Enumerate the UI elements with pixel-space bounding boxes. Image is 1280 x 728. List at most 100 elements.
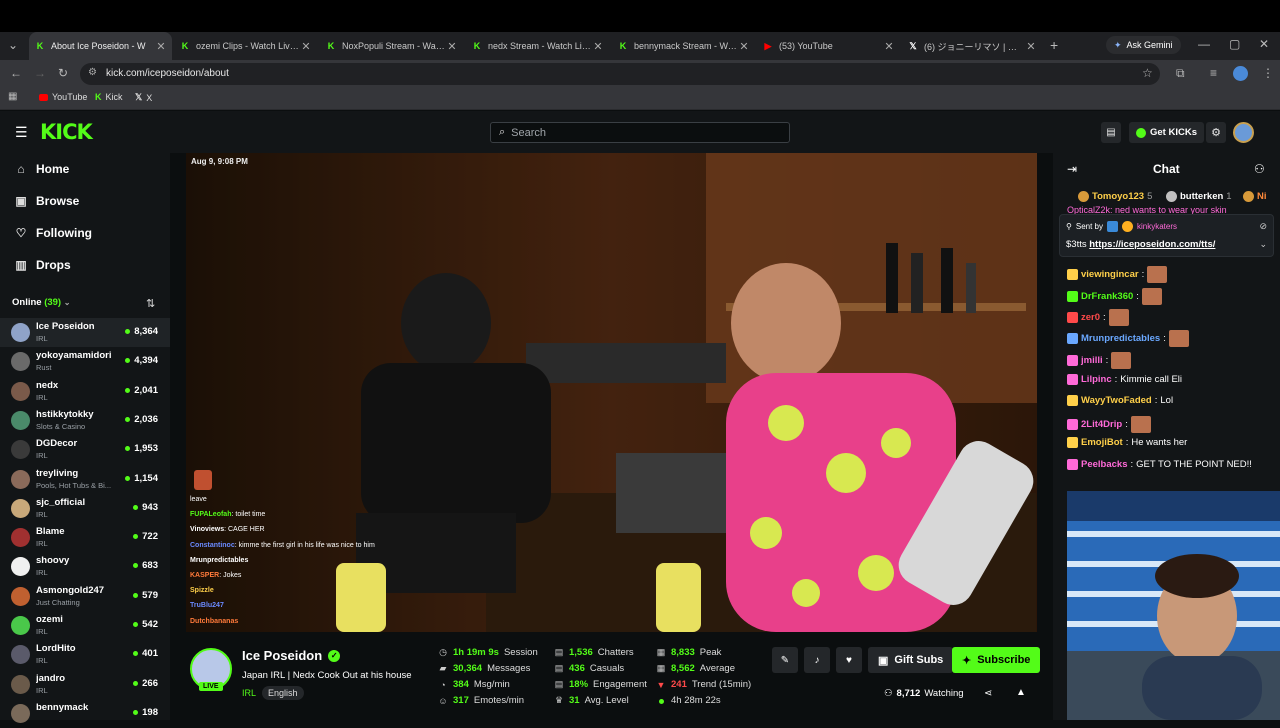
- top-gifter[interactable]: Ni: [1243, 191, 1270, 202]
- chat-users-icon[interactable]: ⚇: [1254, 162, 1265, 176]
- streamer-name[interactable]: Ice Poseidon ✓: [242, 648, 341, 663]
- extensions-icon[interactable]: ⧉: [1176, 66, 1185, 81]
- forward-button[interactable]: →: [34, 66, 46, 80]
- close-tab-icon[interactable]: ✕: [737, 40, 751, 53]
- channel-item[interactable]: bennymack 198: [0, 699, 170, 728]
- pin-icon[interactable]: ✎: [772, 647, 798, 673]
- reading-list-icon[interactable]: ≡: [1210, 66, 1217, 80]
- browser-tab[interactable]: K NoxPopuli Stream - Watch L ✕: [320, 32, 463, 60]
- nav-item-home[interactable]: ⌂ Home: [14, 162, 69, 176]
- profile-avatar[interactable]: [1233, 66, 1248, 81]
- chat-message[interactable]: EmojiBot: He wants her: [1067, 437, 1280, 448]
- dashboard-icon[interactable]: ▤: [1101, 122, 1121, 143]
- close-window-button[interactable]: ✕: [1259, 37, 1269, 51]
- category-link[interactable]: IRL: [242, 688, 256, 698]
- maximize-button[interactable]: ▢: [1229, 37, 1240, 51]
- channel-item[interactable]: yokoyamamidori Rust 4,394: [0, 347, 170, 376]
- browser-menu-icon[interactable]: ⋮: [1262, 66, 1274, 80]
- browser-tab[interactable]: Kbennymack Stream - Watch ✕: [612, 32, 755, 60]
- hamburger-menu-icon[interactable]: ☰: [15, 124, 28, 141]
- close-tab-icon[interactable]: ✕: [882, 40, 896, 53]
- chat-username[interactable]: Lilpinc: [1081, 374, 1112, 385]
- chat-username[interactable]: WayyTwoFaded: [1081, 395, 1152, 406]
- browser-tab[interactable]: ▶ (53) YouTube ✕: [757, 32, 900, 60]
- follow-heart-icon[interactable]: ♥: [836, 647, 862, 673]
- search-input[interactable]: ⌕ Search: [490, 122, 790, 143]
- chat-username[interactable]: 2Lit4Drip: [1081, 419, 1122, 430]
- channel-item[interactable]: Blame IRL 722: [0, 523, 170, 552]
- bookmark-youtube[interactable]: YouTube: [39, 92, 87, 102]
- get-kicks-button[interactable]: Get KICKs: [1129, 122, 1204, 143]
- video-player[interactable]: [186, 153, 1037, 632]
- minimize-button[interactable]: —: [1198, 37, 1210, 51]
- nav-item-following[interactable]: ♡ Following: [14, 226, 92, 240]
- chat-message[interactable]: Mrunpredictables:: [1067, 330, 1189, 347]
- pinned-message[interactable]: ⚲ Sent by kinkykaters $3tts https://icep…: [1059, 214, 1274, 257]
- bookmark-x[interactable]: 𝕏X: [135, 92, 152, 103]
- language-tag[interactable]: English: [262, 686, 304, 700]
- top-gifter[interactable]: butterken 1: [1166, 191, 1232, 202]
- close-tab-icon[interactable]: ✕: [1024, 40, 1038, 53]
- expand-chevron-icon[interactable]: ⌄: [1259, 239, 1267, 250]
- sort-icon[interactable]: ⇅: [146, 297, 155, 310]
- top-gifter[interactable]: Tomoyo123 5: [1078, 191, 1152, 202]
- bookmark-kick[interactable]: K Kick: [95, 92, 123, 102]
- gift-subs-button[interactable]: ▣ Gift Subs: [868, 647, 954, 673]
- address-bar[interactable]: ⚙ kick.com/iceposeidon/about: [80, 63, 1160, 85]
- chat-username[interactable]: Peelbacks: [1081, 459, 1127, 470]
- nav-item-drops[interactable]: ▥ Drops: [14, 258, 70, 272]
- chat-username[interactable]: DrFrank360: [1081, 291, 1133, 302]
- browser-tab[interactable]: 𝕏(6) ジョニーリマソ | 達磨外国人✕: [902, 32, 1042, 60]
- chat-message[interactable]: zer0:: [1067, 309, 1129, 326]
- settings-gear-icon[interactable]: ⚙: [1206, 122, 1226, 143]
- collapse-chat-icon[interactable]: ⇥: [1067, 162, 1077, 176]
- channel-item[interactable]: treyliving Pools, Hot Tubs & Bi... 1,154: [0, 465, 170, 494]
- chat-message[interactable]: jmilli:: [1067, 352, 1132, 369]
- chat-username[interactable]: EmojiBot: [1081, 437, 1123, 448]
- channel-item[interactable]: shoovy IRL 683: [0, 552, 170, 581]
- channel-item[interactable]: ozemi IRL 542: [0, 611, 170, 640]
- apps-grid-icon[interactable]: ▦: [8, 91, 17, 102]
- chat-message[interactable]: Peelbacks: GET TO THE POINT NED!!: [1067, 459, 1280, 470]
- chat-message[interactable]: viewingincar:: [1067, 266, 1168, 283]
- browser-tab[interactable]: Kozemi Clips - Watch Live on ✕: [174, 32, 317, 60]
- chat-username[interactable]: Mrunpredictables: [1081, 333, 1160, 344]
- share-icon[interactable]: ⋖: [984, 688, 992, 699]
- channel-item[interactable]: LordHito IRL 401: [0, 640, 170, 669]
- channel-item[interactable]: sjc_official IRL 943: [0, 494, 170, 523]
- chat-message[interactable]: DrFrank360:: [1067, 288, 1162, 305]
- chat-message[interactable]: 2Lit4Drip:: [1067, 416, 1151, 433]
- chat-message[interactable]: WayyTwoFaded: Lol: [1067, 395, 1280, 406]
- reload-button[interactable]: ↻: [58, 66, 68, 80]
- channel-item[interactable]: jandro IRL 266: [0, 670, 170, 699]
- ask-gemini-button[interactable]: ✦ Ask Gemini: [1106, 36, 1181, 54]
- close-tab-icon[interactable]: ✕: [154, 40, 168, 53]
- channel-item[interactable]: hstikkytokky Slots & Casino 2,036: [0, 406, 170, 435]
- site-info-icon[interactable]: ⚙: [88, 67, 97, 78]
- new-tab-button[interactable]: +: [1050, 37, 1058, 53]
- report-icon[interactable]: ▲: [1016, 687, 1026, 698]
- channel-item[interactable]: nedx IRL 2,041: [0, 377, 170, 406]
- bookmark-star-icon[interactable]: ☆: [1142, 66, 1153, 80]
- online-header[interactable]: Online (39) ⌄: [12, 297, 70, 308]
- notification-bell-icon[interactable]: ♪: [804, 647, 830, 673]
- close-tab-icon[interactable]: ✕: [445, 40, 459, 53]
- pinned-link[interactable]: https://iceposeidon.com/tts/: [1089, 239, 1215, 250]
- unpin-icon[interactable]: ⊘: [1259, 221, 1267, 232]
- chat-username[interactable]: viewingincar: [1081, 269, 1139, 280]
- channel-item[interactable]: Ice Poseidon IRL 8,364: [0, 318, 170, 347]
- tab-search-icon[interactable]: ⌄: [8, 38, 18, 52]
- close-tab-icon[interactable]: ✕: [299, 40, 313, 53]
- chat-username[interactable]: zer0: [1081, 312, 1100, 323]
- channel-item[interactable]: DGDecor IRL 1,953: [0, 435, 170, 464]
- back-button[interactable]: ←: [10, 66, 22, 80]
- subscribe-button[interactable]: ✦ Subscribe: [952, 647, 1041, 673]
- chat-message[interactable]: Lilpinc: Kimmie call Eli: [1067, 374, 1270, 385]
- channel-item[interactable]: Asmongold247 Just Chatting 579: [0, 582, 170, 611]
- nav-item-browse[interactable]: ▣ Browse: [14, 194, 79, 208]
- user-avatar[interactable]: [1233, 122, 1254, 143]
- browser-tab[interactable]: Knedx Stream - Watch Live o ✕: [466, 32, 609, 60]
- kick-logo[interactable]: KICK: [40, 120, 93, 144]
- browser-tab[interactable]: K About Ice Poseidon - W ✕: [29, 32, 172, 60]
- close-tab-icon[interactable]: ✕: [591, 40, 605, 53]
